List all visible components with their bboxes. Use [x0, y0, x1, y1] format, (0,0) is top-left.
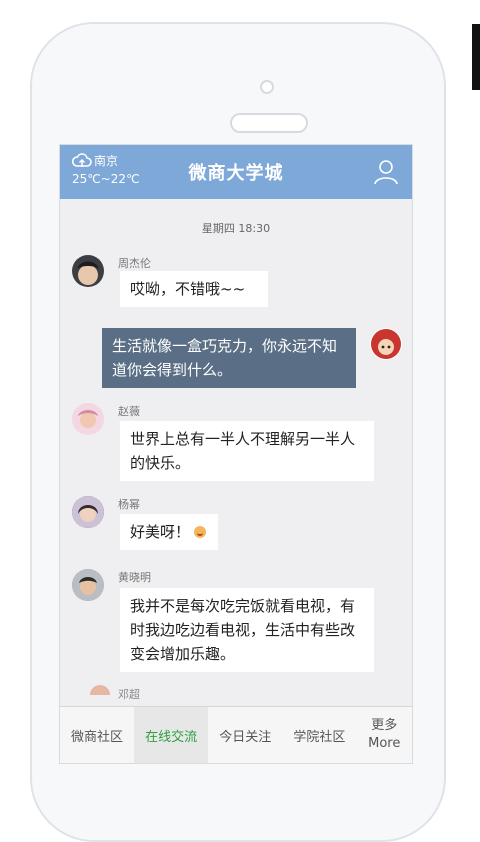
- camera-dot: [260, 80, 274, 94]
- tab-more-label: 更多: [371, 718, 398, 733]
- sender-name: 杨幂: [118, 498, 140, 511]
- bottom-tab-bar: 微商社区 在线交流 今日关注 学院社区 更多 More: [60, 706, 412, 763]
- sender-name: 黄晓明: [118, 571, 151, 584]
- avatar[interactable]: [370, 328, 402, 360]
- sender-name: 周杰伦: [118, 257, 151, 270]
- avatar[interactable]: [72, 569, 104, 601]
- avatar[interactable]: [72, 255, 104, 287]
- sender-name: 赵薇: [118, 405, 140, 418]
- avatar[interactable]: [72, 403, 104, 435]
- top-bar: 南京 25℃~22℃ 微商大学城: [60, 145, 412, 199]
- tab-more[interactable]: 更多 More: [356, 707, 412, 763]
- user-icon[interactable]: [372, 158, 400, 190]
- chat-timestamp: 星期四 18:30: [201, 222, 271, 235]
- tab-community[interactable]: 微商社区: [60, 707, 134, 763]
- app-screen: 南京 25℃~22℃ 微商大学城 星期四 18:30 周杰伦 哎呦，不错哦~~ …: [59, 144, 413, 764]
- avatar-partial: [90, 685, 110, 695]
- edge-mark: [472, 24, 480, 90]
- message-bubble[interactable]: 好美呀！: [120, 514, 218, 550]
- message-bubble[interactable]: 世界上总有一半人不理解另一半人的快乐。: [120, 421, 374, 481]
- message-bubble[interactable]: 我并不是每次吃完饭就看电视，有时我边吃边看电视，生活中有些改变会增加乐趣。: [120, 588, 374, 672]
- earpiece: [230, 113, 308, 133]
- tab-more-sublabel: More: [368, 736, 401, 751]
- tab-today-focus[interactable]: 今日关注: [208, 707, 282, 763]
- sender-name-partial: 邓超: [118, 688, 140, 701]
- smile-emoji-icon: [194, 526, 207, 538]
- message-bubble-self[interactable]: 生活就像一盒巧克力，你永远不知道你会得到什么。: [102, 328, 356, 388]
- message-bubble[interactable]: 哎呦，不错哦~~: [120, 271, 268, 307]
- avatar[interactable]: [72, 496, 104, 528]
- message-text: 好美呀！: [130, 523, 191, 541]
- tab-online-chat[interactable]: 在线交流: [134, 707, 209, 763]
- page-title: 微商大学城: [188, 163, 284, 184]
- tab-college-community[interactable]: 学院社区: [282, 707, 356, 763]
